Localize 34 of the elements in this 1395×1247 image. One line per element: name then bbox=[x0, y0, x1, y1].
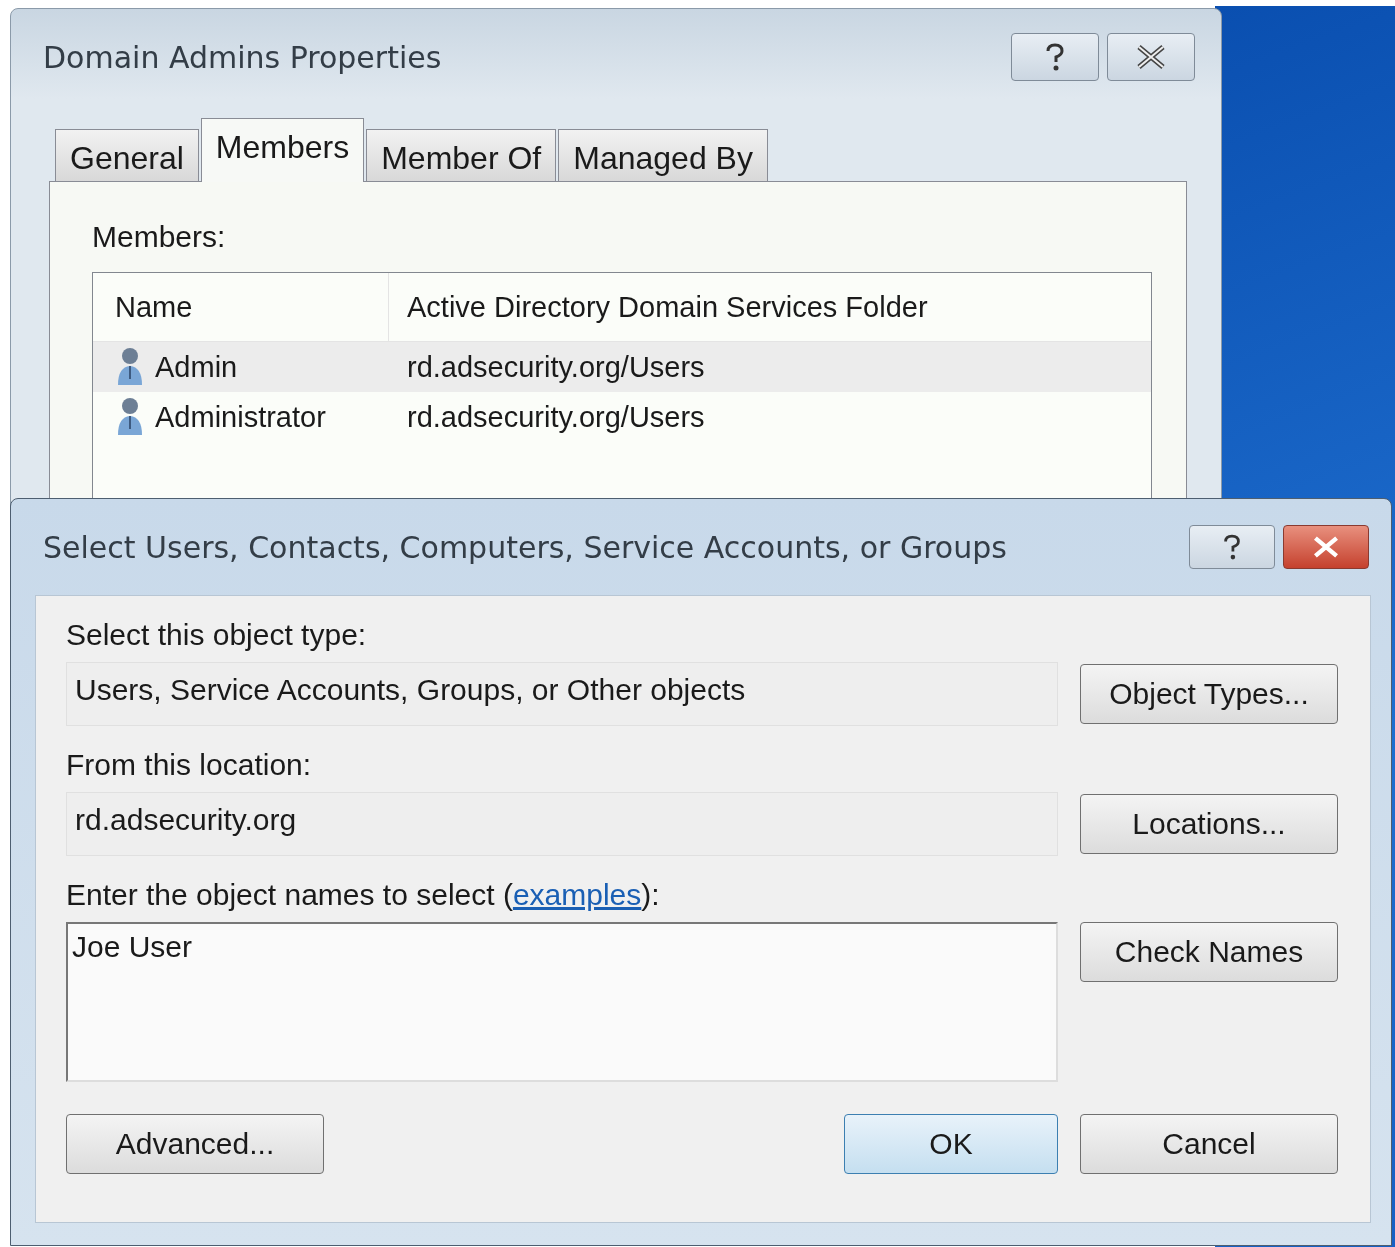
location-label: From this location: bbox=[66, 748, 313, 782]
window-title: Select Users, Contacts, Computers, Service Accounts, or Groups bbox=[43, 529, 1008, 565]
tab[interactable]: Member Of bbox=[366, 129, 557, 181]
column-header[interactable]: Name bbox=[93, 273, 389, 341]
object-names-field[interactable]: Joe User bbox=[66, 922, 1058, 1082]
tab[interactable]: Members bbox=[200, 118, 365, 182]
cancel-button[interactable]: Cancel bbox=[1080, 1114, 1338, 1174]
tab[interactable]: Managed By bbox=[558, 129, 768, 181]
help-button[interactable] bbox=[1011, 33, 1099, 81]
tab[interactable]: General bbox=[55, 129, 199, 181]
ok-button[interactable]: OK bbox=[844, 1114, 1058, 1174]
check-names-button[interactable]: Check Names bbox=[1080, 922, 1338, 982]
members-label: Members: bbox=[92, 220, 227, 254]
close-icon bbox=[1311, 535, 1341, 559]
object-types-button[interactable]: Object Types... bbox=[1080, 664, 1338, 724]
close-button[interactable] bbox=[1107, 33, 1195, 81]
object-type-field: Users, Service Accounts, Groups, or Other objects bbox=[66, 662, 1058, 726]
locations-button[interactable]: Locations... bbox=[1080, 794, 1338, 854]
examples-link[interactable]: examples bbox=[512, 878, 642, 911]
help-button[interactable] bbox=[1189, 525, 1275, 569]
member-folder: rd.adsecurity.org/Users bbox=[406, 400, 705, 434]
location-field: rd.adsecurity.org bbox=[66, 792, 1058, 856]
member-row[interactable]: Administrator rd.adsecurity.org/Users bbox=[93, 392, 1151, 442]
object-names-label: Enter the object names to select (examples): bbox=[66, 878, 661, 912]
help-icon bbox=[1221, 533, 1243, 561]
member-row[interactable]: Admin rd.adsecurity.org/Users bbox=[93, 342, 1151, 392]
object-type-label: Select this object type: bbox=[66, 618, 368, 652]
member-name: Admin bbox=[155, 350, 238, 384]
column-header[interactable]: Active Directory Domain Services Folder bbox=[389, 273, 928, 341]
member-name: Administrator bbox=[155, 400, 326, 434]
window-title: Domain Admins Properties bbox=[43, 39, 443, 75]
close-button[interactable] bbox=[1283, 525, 1369, 569]
advanced-button[interactable]: Advanced... bbox=[66, 1114, 324, 1174]
member-folder: rd.adsecurity.org/Users bbox=[406, 350, 705, 384]
